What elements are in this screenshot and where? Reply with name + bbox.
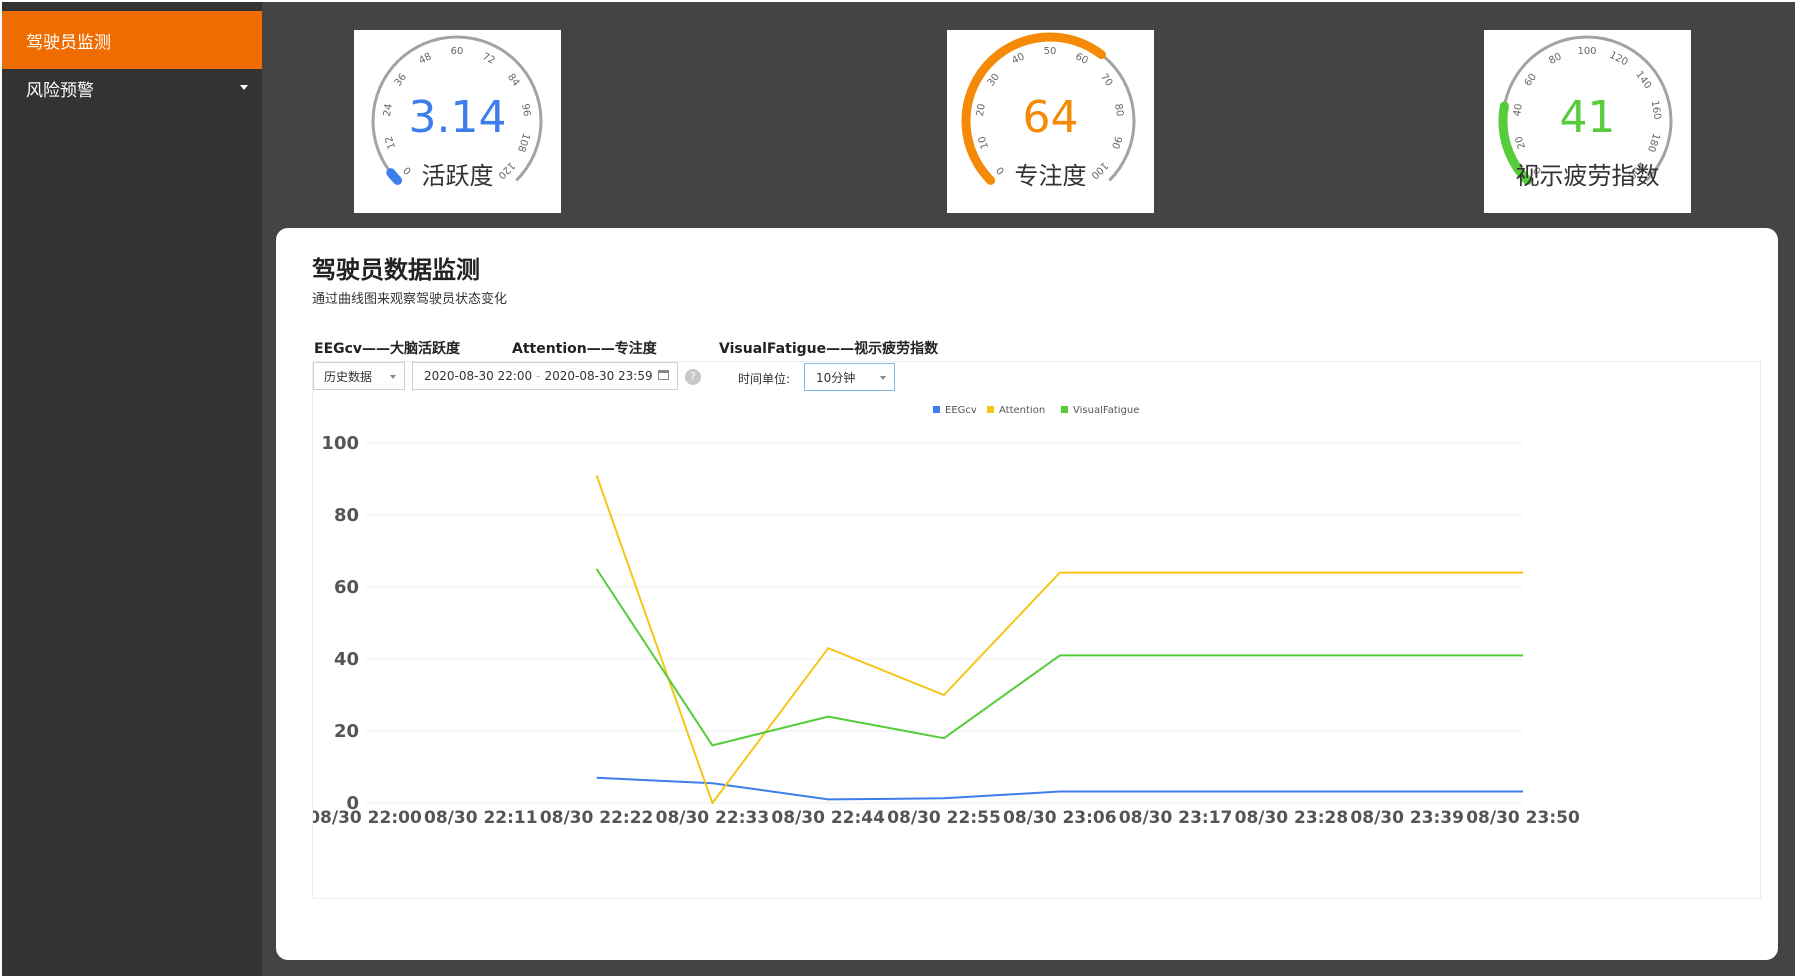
calendar-icon[interactable] [658, 370, 669, 380]
date-end-input[interactable]: 2020-08-30 23:59 [544, 369, 652, 383]
x-tick-label: 08/30 23:06 [1003, 808, 1117, 828]
activity-gauge-value: 3.14 [408, 92, 507, 143]
sidebar: 驾驶员监测 风险预警 [2, 2, 262, 976]
panel-title: 驾驶员数据监测 [312, 256, 480, 284]
sidebar-item-label: 驾驶员监测 [26, 32, 111, 53]
legend-label: Attention [999, 406, 1045, 416]
date-range-picker[interactable]: 2020-08-30 22:00 - 2020-08-30 23:59 [412, 362, 678, 390]
gauge-tick-label: 60 [451, 46, 464, 57]
gauge-tick-label: 48 [417, 51, 433, 67]
x-tick-label: 08/30 23:28 [1235, 808, 1349, 828]
attention-note: Attention——专注度 [512, 341, 657, 357]
gauge-tick-label: 60 [1073, 51, 1089, 67]
gauge-tick-label: 100 [1577, 46, 1596, 57]
sidebar-item-risk-warning[interactable]: 风险预警 [2, 59, 262, 117]
monitor-panel: 驾驶员数据监测 通过曲线图来观察驾驶员状态变化 EEGcv——大脑活跃度 Att… [276, 228, 1778, 960]
date-start-input[interactable]: 2020-08-30 22:00 [424, 369, 532, 383]
x-tick-label: 08/30 22:11 [424, 808, 538, 828]
legend-swatch [1061, 406, 1068, 413]
legend-label: VisualFatigue [1073, 406, 1139, 416]
legend-swatch [933, 406, 940, 413]
activity-gauge: 0 12 24 36 48 60 72 84 96 108 120 3.14 活跃度 [354, 30, 561, 213]
attention-gauge: 0 10 20 30 40 50 60 70 80 90 100 64 专注度 [947, 30, 1154, 213]
date-separator: - [536, 369, 541, 383]
gauge-tick-label: 40 [1010, 51, 1026, 67]
x-tick-label: 08/30 23:17 [1119, 808, 1233, 828]
activity-gauge-label: 活跃度 [421, 162, 494, 190]
series-line-eegcv [596, 776, 1523, 801]
fatigue-note: VisualFatigue——视示疲劳指数 [719, 341, 939, 357]
x-tick-label: 08/30 23:50 [1466, 808, 1580, 828]
fatigue-gauge: 0 20 40 60 80 100 120 140 160 180 200 41 视示疲劳指数 [1484, 30, 1691, 213]
x-tick-label: 08/30 22:55 [887, 808, 1001, 828]
y-tick-label: 20 [334, 721, 359, 742]
line-chart: 02040608010008/30 22:00 08/30 22:11 08/30 … [313, 406, 1580, 828]
gauge-tick-label: 84 [505, 72, 521, 89]
x-tick-label: 08/30 22:44 [771, 808, 885, 828]
series-line-attention [595, 475, 1523, 804]
time-unit-label: 时间单位: [738, 372, 791, 386]
y-tick-label: 80 [334, 505, 359, 526]
gauge-tick-label: 72 [480, 51, 496, 67]
gauge-tick-label: 80 [1547, 51, 1563, 67]
sidebar-item-label: 风险预警 [26, 80, 94, 101]
help-icon[interactable]: ? [685, 369, 701, 385]
chart-container: 历史数据 2020-08-30 22:00 - 2020-08-30 23:59… [312, 361, 1761, 899]
gauge-tick-label: 30 [986, 72, 1002, 89]
gauge-tick-label: 60 [1523, 72, 1539, 89]
gauge-tick-label: 140 [1633, 69, 1653, 91]
y-tick-label: 100 [321, 433, 359, 454]
attention-gauge-value: 64 [1022, 92, 1079, 143]
time-unit-select[interactable]: 10分钟 [804, 363, 895, 391]
y-tick-label: 60 [334, 577, 359, 598]
gauge-tick-label: 70 [1098, 72, 1114, 89]
gauge-tick-label: 50 [1044, 46, 1057, 57]
fatigue-gauge-value: 41 [1559, 92, 1616, 143]
eeg-note: EEGcv——大脑活跃度 [314, 341, 461, 357]
x-tick-label: 08/30 22:00 [313, 808, 422, 828]
main-area: 0 12 24 36 48 60 72 84 96 108 120 3.14 活跃度 0 10 20 30… [262, 2, 1795, 976]
legend-label: EEGcv [945, 406, 977, 416]
legend-swatch [987, 406, 994, 413]
x-tick-label: 08/30 22:33 [656, 808, 770, 828]
time-unit-value: 10分钟 [816, 370, 856, 385]
series-line-visualfatigue [595, 568, 1523, 747]
gauge-tick-label: 120 [1608, 50, 1630, 68]
x-tick-label: 08/30 22:22 [540, 808, 654, 828]
chevron-down-icon [390, 375, 396, 379]
mode-select-value: 历史数据 [324, 369, 373, 384]
attention-gauge-label: 专注度 [1014, 162, 1087, 190]
mode-select[interactable]: 历史数据 [313, 362, 405, 390]
gauge-tick-label: 36 [393, 72, 409, 89]
panel-subtitle: 通过曲线图来观察驾驶员状态变化 [312, 292, 508, 307]
y-tick-label: 40 [334, 649, 359, 670]
chevron-down-icon [880, 376, 886, 380]
chevron-down-icon [240, 85, 248, 90]
fatigue-gauge-label: 视示疲劳指数 [1515, 162, 1660, 190]
x-tick-label: 08/30 23:39 [1350, 808, 1464, 828]
